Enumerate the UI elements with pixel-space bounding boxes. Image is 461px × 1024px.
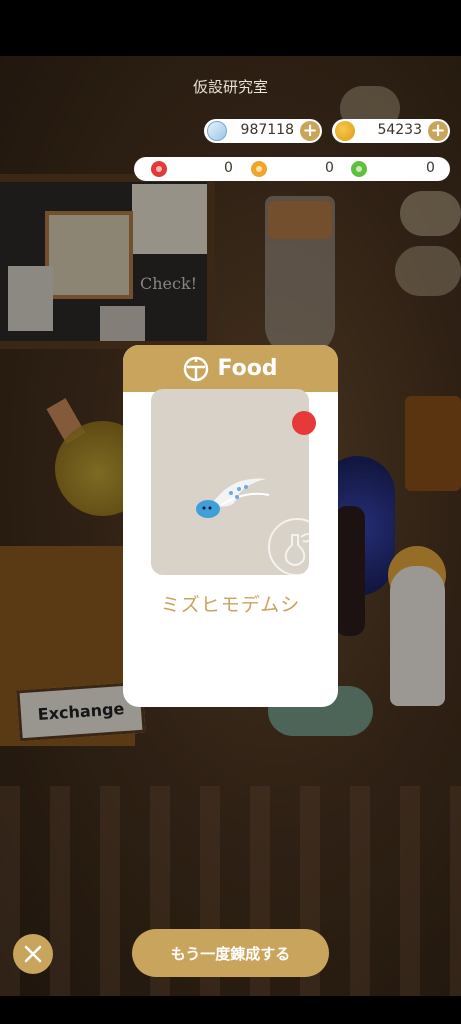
modal-header: Food <box>123 345 338 392</box>
result-modal: Food ミズヒモデムシ <box>123 345 338 707</box>
red-flower-icon <box>151 161 167 177</box>
green-flower-icon <box>351 161 367 177</box>
gem-counter: 987118 + <box>204 119 322 143</box>
add-gems-button[interactable]: + <box>300 121 320 141</box>
creature-image <box>196 478 270 518</box>
food-icon <box>184 356 209 381</box>
new-badge <box>292 411 316 435</box>
orange-flower-value: 0 <box>325 160 334 176</box>
close-button[interactable] <box>13 934 53 974</box>
coin-icon <box>335 121 355 141</box>
diamond-icon <box>207 121 227 141</box>
orange-flower-icon <box>251 161 267 177</box>
gem-value: 987118 <box>240 122 294 138</box>
red-flower-value: 0 <box>224 160 233 176</box>
flower-counter: 0 0 0 <box>134 157 450 181</box>
page-title: 仮設研究室 <box>192 78 268 96</box>
modal-title: Food <box>217 356 278 381</box>
alchemy-flask-icon <box>268 518 309 575</box>
retry-synthesis-button[interactable]: もう一度錬成する <box>132 929 329 977</box>
coin-counter: 54233 + <box>332 119 450 143</box>
close-icon <box>24 945 42 963</box>
green-flower-value: 0 <box>426 160 435 176</box>
add-coins-button[interactable]: + <box>428 121 448 141</box>
item-name: ミズヒモデムシ <box>160 594 301 616</box>
item-card[interactable] <box>151 389 309 575</box>
coin-value: 54233 <box>377 122 422 138</box>
